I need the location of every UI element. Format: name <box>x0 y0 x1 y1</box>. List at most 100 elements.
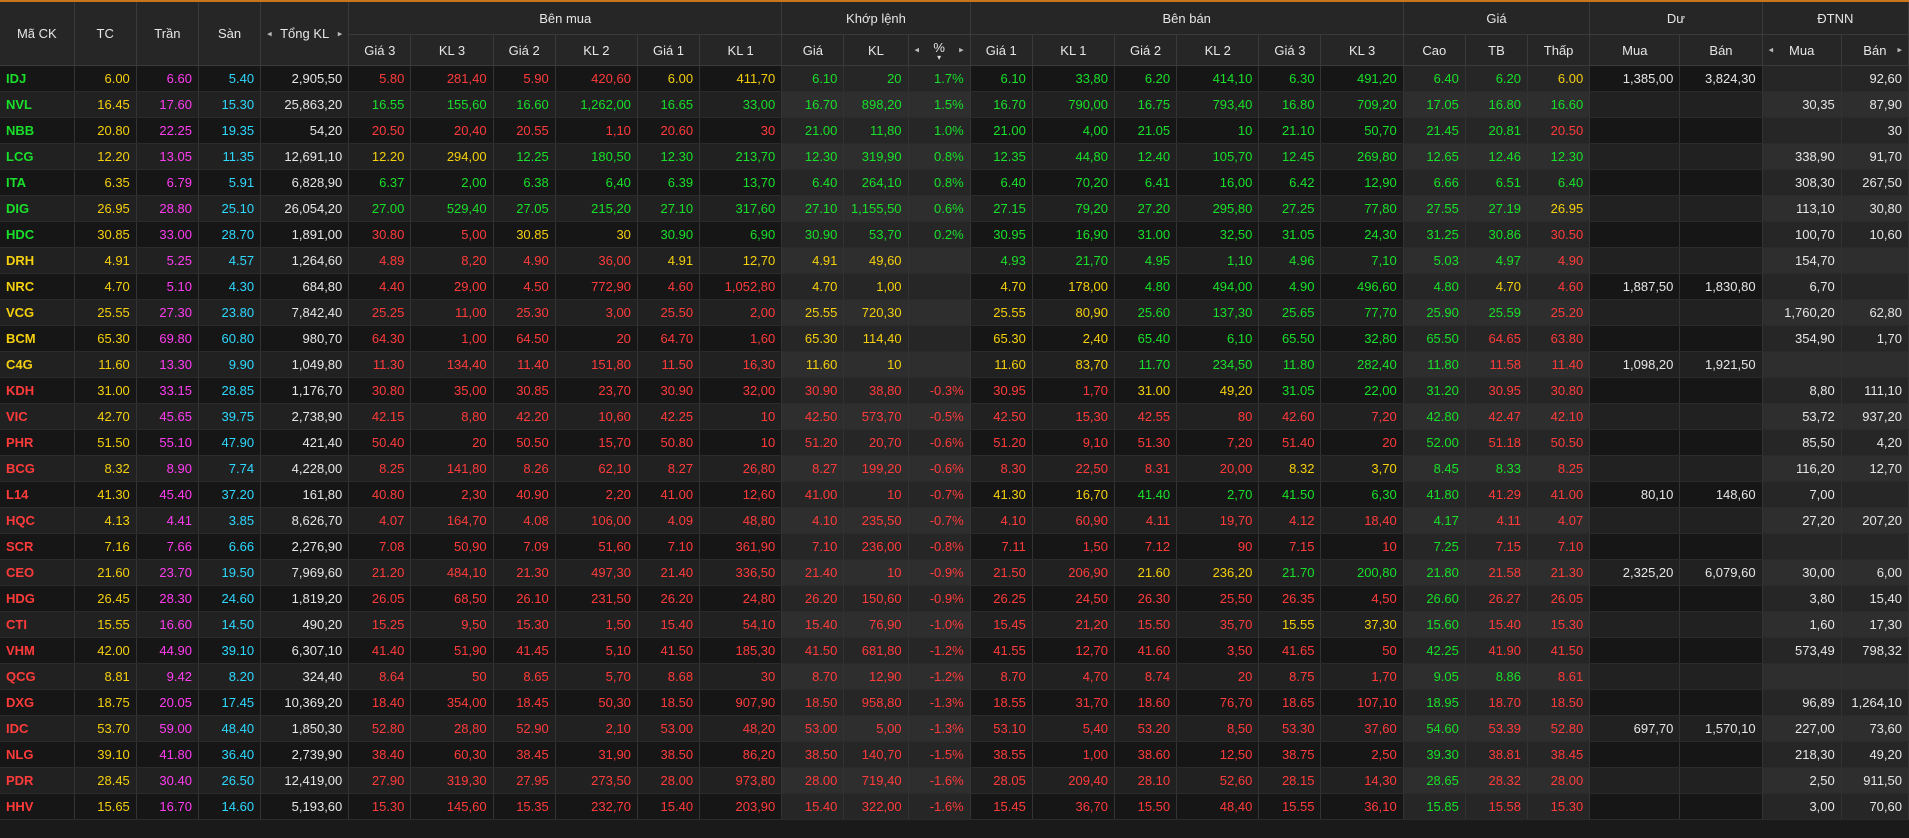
table-row[interactable]: DIG 26.95 28.80 25.10 26,054,20 27.00 529,40 27… <box>0 195 1909 222</box>
table-row[interactable]: BCM 65.30 69.80 60.80 980,70 64.30 1,00 64.50 20… <box>0 325 1909 352</box>
table-row[interactable]: CTI 15.55 16.60 14.50 490,20 15.25 9,50 15.30 1,… <box>0 611 1909 638</box>
col-mua-kl3[interactable]: KL 3 <box>410 34 494 66</box>
symbol-cell[interactable]: HHV <box>0 793 75 820</box>
pct-next-arrow-icon[interactable]: ▸ <box>959 45 964 56</box>
col-tran[interactable]: Trần <box>136 0 199 66</box>
symbol-cell[interactable]: QCG <box>0 663 75 690</box>
symbol-cell[interactable]: IDJ <box>0 65 75 92</box>
symbol-cell[interactable]: LCG <box>0 143 75 170</box>
value-cell: 20,40 <box>410 117 494 144</box>
col-tong-kl[interactable]: ◂ Tổng KL ▸ <box>260 0 350 66</box>
table-row[interactable]: PHR 51.50 55.10 47.90 421,40 50.40 20 50.50 15,7… <box>0 429 1909 456</box>
symbol-cell[interactable]: HQC <box>0 507 75 534</box>
symbol-cell[interactable]: CEO <box>0 559 75 586</box>
symbol-cell[interactable]: PHR <box>0 429 75 456</box>
symbol-cell[interactable]: VIC <box>0 403 75 430</box>
col-mua-kl2[interactable]: KL 2 <box>555 34 638 66</box>
symbol-cell[interactable]: BCG <box>0 455 75 482</box>
table-row[interactable]: HQC 4.13 4.41 3.85 8,626,70 4.07 164,70 4.08 106… <box>0 507 1909 534</box>
table-row[interactable]: NRC 4.70 5.10 4.30 684,80 4.40 29,00 4.50 772,90… <box>0 273 1909 300</box>
col-ban-kl2[interactable]: KL 2 <box>1176 34 1260 66</box>
symbol-cell[interactable]: BCM <box>0 325 75 352</box>
col-mua-gia3[interactable]: Giá 3 <box>348 34 412 66</box>
col-dtnn-mua[interactable]: ◂ Mua <box>1762 34 1842 66</box>
symbol-cell[interactable]: NVL <box>0 91 75 118</box>
pct-prev-arrow-icon[interactable]: ◂ <box>915 45 920 56</box>
table-row[interactable]: QCG 8.81 9.42 8.20 324,40 8.64 50 8.65 5,70 8.68 3… <box>0 663 1909 690</box>
symbol-cell[interactable]: VHM <box>0 637 75 664</box>
table-row[interactable]: PDR 28.45 30.40 26.50 12,419,00 27.90 319,30 27… <box>0 767 1909 794</box>
col-ma-ck[interactable]: Mã CK <box>0 0 75 66</box>
symbol-cell[interactable]: DRH <box>0 247 75 274</box>
table-row[interactable]: CEO 21.60 23.70 19.50 7,969,60 21.20 484,10 21.… <box>0 559 1909 586</box>
table-row[interactable]: IDJ 6.00 6.60 5.40 2,905,50 5.80 281,40 5.90 420… <box>0 65 1909 92</box>
symbol-cell[interactable]: NBB <box>0 117 75 144</box>
col-dtnn-ban[interactable]: Bán ▸ <box>1841 34 1909 66</box>
table-row[interactable]: NVL 16.45 17.60 15.30 25,863,20 16.55 155,60 16… <box>0 91 1909 118</box>
table-row[interactable]: VHM 42.00 44.90 39.10 6,307,10 41.40 51,90 41.4… <box>0 637 1909 664</box>
symbol-cell[interactable]: PDR <box>0 767 75 794</box>
value-cell: 4.80 <box>1114 273 1178 300</box>
table-row[interactable]: VIC 42.70 45.65 39.75 2,738,90 42.15 8,80 42.20… <box>0 403 1909 430</box>
dtnn-next-arrow-icon[interactable]: ▸ <box>1897 45 1902 56</box>
symbol-cell[interactable]: ITA <box>0 169 75 196</box>
col-khop-pct[interactable]: ◂ % ▾ ▸ <box>908 34 971 66</box>
col-khop-gia[interactable]: Giá <box>781 34 845 66</box>
col-tc[interactable]: TC <box>74 0 137 66</box>
table-row[interactable]: DRH 4.91 5.25 4.57 1,264,60 4.89 8,20 4.90 36,00… <box>0 247 1909 274</box>
value-cell: 19.50 <box>198 559 262 586</box>
symbol-cell[interactable]: HDC <box>0 221 75 248</box>
col-du-ban[interactable]: Bán <box>1679 34 1763 66</box>
symbol-cell[interactable]: NLG <box>0 741 75 768</box>
col-ban-kl1[interactable]: KL 1 <box>1032 34 1116 66</box>
table-row[interactable]: VCG 25.55 27.30 23.80 7,842,40 25.25 11,00 25.3… <box>0 299 1909 326</box>
symbol-cell[interactable]: C4G <box>0 351 75 378</box>
col-du-mua[interactable]: Mua <box>1589 34 1681 66</box>
table-row[interactable]: HDG 26.45 28.30 24.60 1,819,20 26.05 68,50 26.1… <box>0 585 1909 612</box>
value-cell: 7,842,40 <box>260 299 350 326</box>
symbol-cell[interactable]: DIG <box>0 195 75 222</box>
table-row[interactable]: SCR 7.16 7.66 6.66 2,276,90 7.08 50,90 7.09 51,6… <box>0 533 1909 560</box>
table-row[interactable]: HHV 15.65 16.70 14.60 5,193,60 15.30 145,60 15.… <box>0 793 1909 820</box>
col-mua-kl1[interactable]: KL 1 <box>699 34 783 66</box>
value-cell: 7.10 <box>781 533 845 560</box>
symbol-cell[interactable]: CTI <box>0 611 75 638</box>
value-cell: 8.81 <box>74 663 137 690</box>
table-row[interactable]: NBB 20.80 22.25 19.35 54,20 20.50 20,40 20.55 1,… <box>0 117 1909 144</box>
col-ban-kl3[interactable]: KL 3 <box>1320 34 1404 66</box>
table-row[interactable]: C4G 11.60 13.30 9.90 1,049,80 11.30 134,40 11.4… <box>0 351 1909 378</box>
table-row[interactable]: NLG 39.10 41.80 36.40 2,739,90 38.40 60,30 38.4… <box>0 741 1909 768</box>
symbol-cell[interactable]: L14 <box>0 481 75 508</box>
table-row[interactable]: LCG 12.20 13.05 11.35 12,691,10 12.20 294,00 12… <box>0 143 1909 170</box>
col-thap[interactable]: Thấp <box>1527 34 1591 66</box>
symbol-cell[interactable]: KDH <box>0 377 75 404</box>
symbol-cell[interactable]: VCG <box>0 299 75 326</box>
table-row[interactable]: KDH 31.00 33.15 28.85 1,176,70 30.80 35,00 30.8… <box>0 377 1909 404</box>
table-row[interactable]: ITA 6.35 6.79 5.91 6,828,90 6.37 2,00 6.38 6,40 6… <box>0 169 1909 196</box>
table-row[interactable]: IDC 53.70 59.00 48.40 1,850,30 52.80 28,80 52.9… <box>0 715 1909 742</box>
tong-kl-next-arrow-icon[interactable]: ▸ <box>338 28 343 39</box>
symbol-cell[interactable]: IDC <box>0 715 75 742</box>
table-row[interactable]: BCG 8.32 8.90 7.74 4,228,00 8.25 141,80 8.26 62,… <box>0 455 1909 482</box>
col-ban-gia1[interactable]: Giá 1 <box>970 34 1033 66</box>
table-row[interactable]: L14 41.30 45.40 37.20 161,80 40.80 2,30 40.90 2,… <box>0 481 1909 508</box>
tong-kl-prev-arrow-icon[interactable]: ◂ <box>267 28 272 39</box>
symbol-cell[interactable]: DXG <box>0 689 75 716</box>
col-ban-gia3[interactable]: Giá 3 <box>1258 34 1322 66</box>
symbol-cell[interactable]: NRC <box>0 273 75 300</box>
value-cell: 50 <box>410 663 494 690</box>
col-mua-gia1[interactable]: Giá 1 <box>637 34 701 66</box>
col-cao[interactable]: Cao <box>1403 34 1466 66</box>
value-cell: 22,50 <box>1032 455 1116 482</box>
dtnn-prev-arrow-icon[interactable]: ◂ <box>1769 45 1774 56</box>
col-tb[interactable]: TB <box>1465 34 1529 66</box>
col-san[interactable]: Sàn <box>198 0 262 66</box>
symbol-cell[interactable]: HDG <box>0 585 75 612</box>
col-khop-kl[interactable]: KL <box>843 34 909 66</box>
col-ban-gia2[interactable]: Giá 2 <box>1114 34 1178 66</box>
table-row[interactable]: HDC 30.85 33.00 28.70 1,891,00 30.80 5,00 30.85… <box>0 221 1909 248</box>
col-mua-gia2[interactable]: Giá 2 <box>493 34 556 66</box>
table-row[interactable]: DXG 18.75 20.05 17.45 10,369,20 18.40 354,00 18… <box>0 689 1909 716</box>
value-cell: 3,00 <box>1762 793 1842 820</box>
symbol-cell[interactable]: SCR <box>0 533 75 560</box>
